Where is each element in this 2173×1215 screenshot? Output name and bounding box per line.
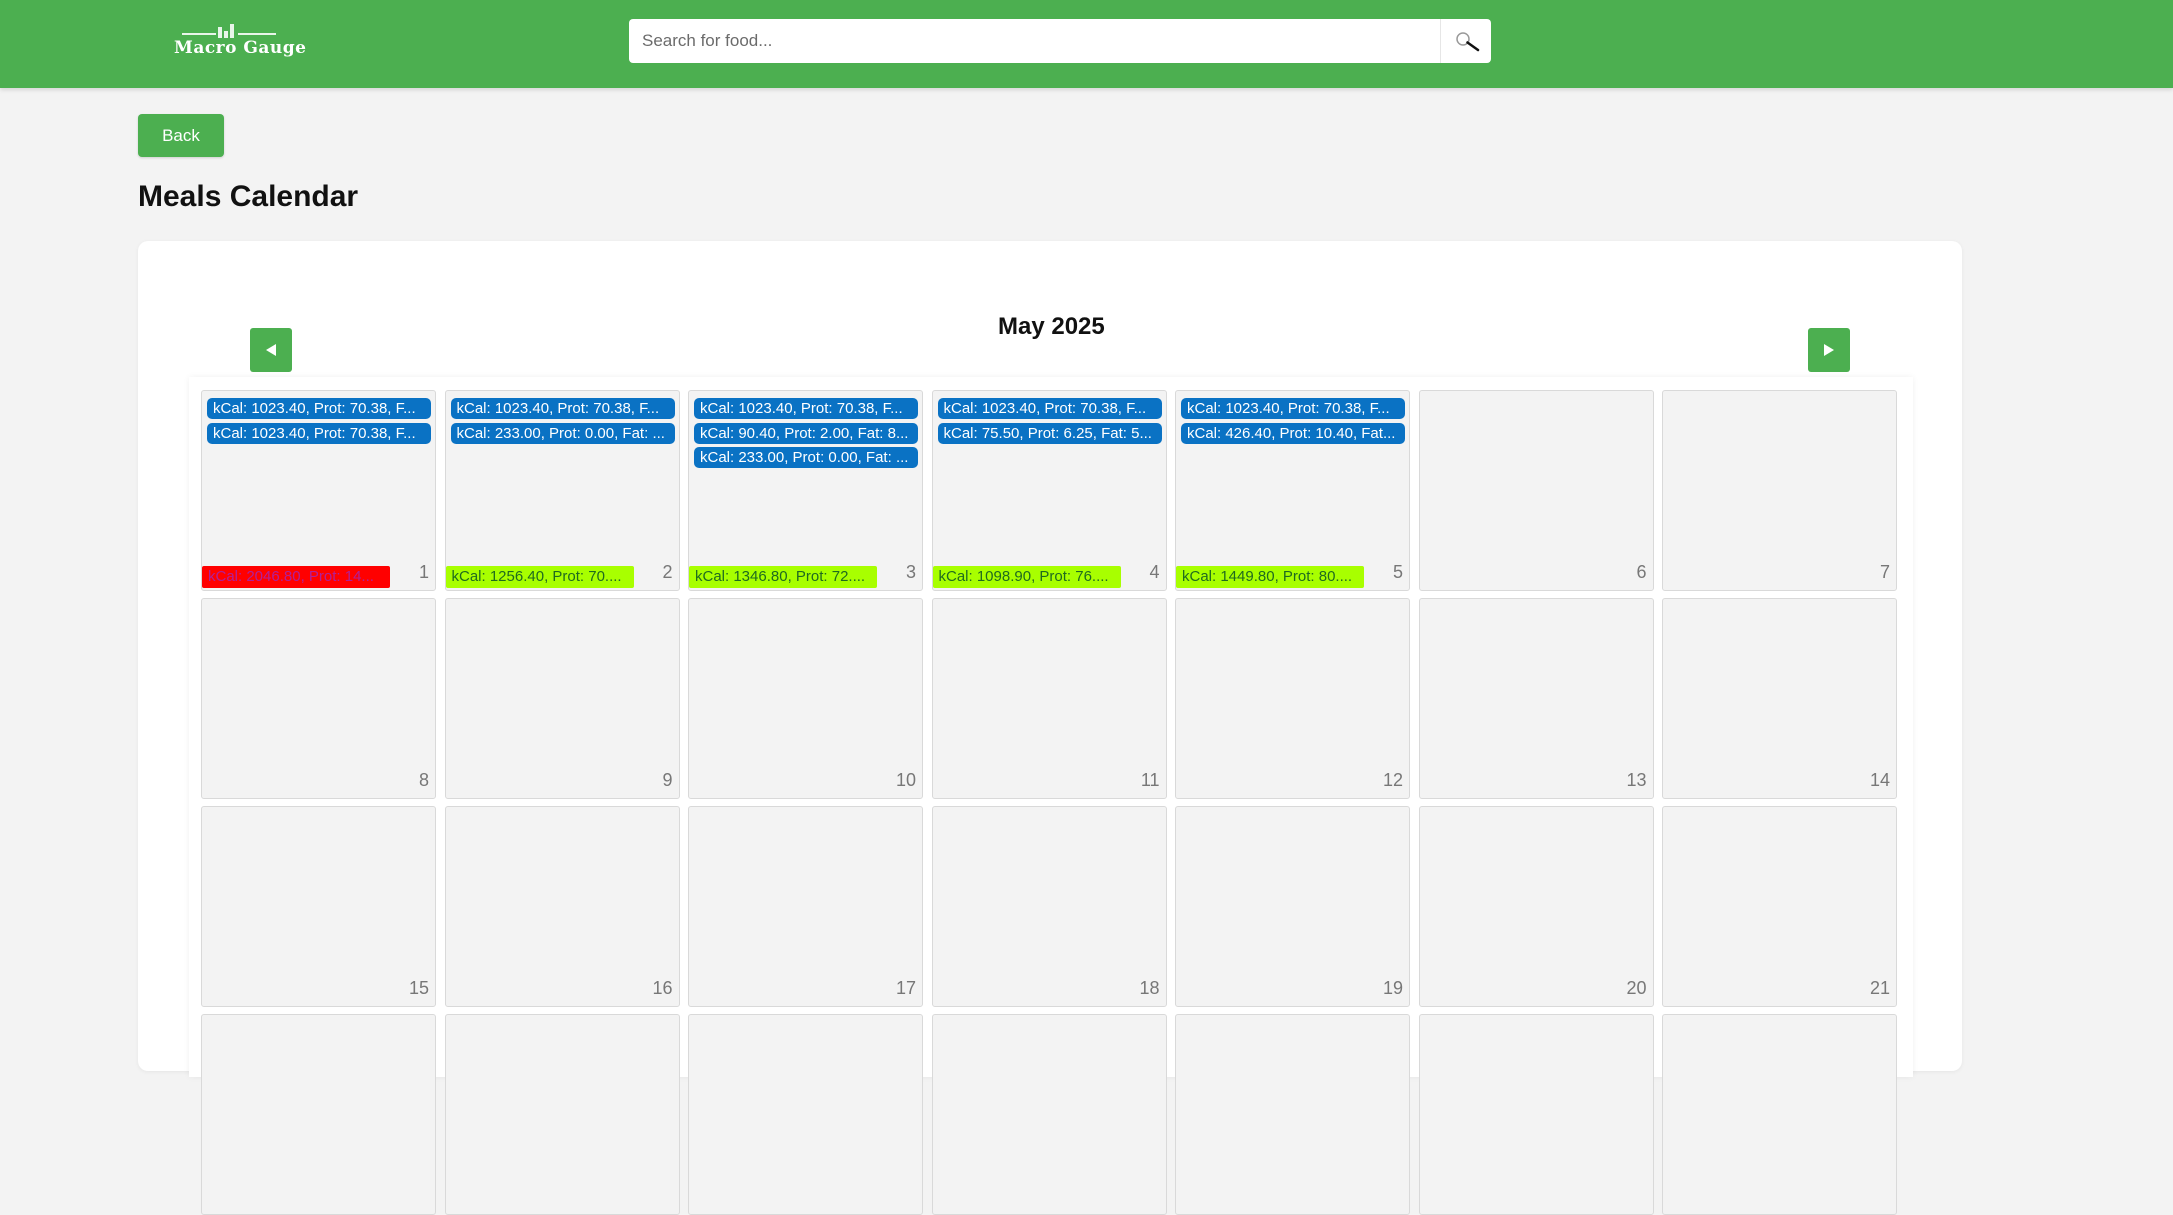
day-number: 12: [1382, 770, 1403, 790]
meal-entry[interactable]: kCal: 75.50, Prot: 6.25, Fat: 5...: [937, 422, 1162, 444]
calendar-day[interactable]: 10: [688, 598, 923, 799]
meal-entry[interactable]: kCal: 426.40, Prot: 10.40, Fat...: [1181, 422, 1405, 444]
calendar-day[interactable]: 18: [931, 806, 1167, 1007]
calendar-day[interactable]: [1662, 1014, 1897, 1215]
prev-month-button[interactable]: [250, 328, 292, 372]
calendar-day[interactable]: [931, 1014, 1167, 1215]
page-title: Meals Calendar: [138, 180, 359, 213]
triangle-left-icon: [266, 344, 276, 356]
search-button[interactable]: [1440, 19, 1491, 63]
top-bar: Macro Gauge: [0, 0, 2173, 88]
day-number: 11: [1140, 770, 1160, 790]
calendar-day[interactable]: 7: [1662, 390, 1897, 591]
day-total-summary[interactable]: kCal: 1098.90, Prot: 76....: [932, 566, 1121, 588]
meal-entry[interactable]: kCal: 1023.40, Prot: 70.38, F...: [207, 422, 431, 444]
calendar-day[interactable]: 12: [1175, 598, 1410, 799]
calendar-day[interactable]: 6: [1418, 390, 1654, 591]
calendar-grid: kCal: 1023.40, Prot: 70.38, F... kCal: 10…: [189, 377, 1913, 1215]
day-total-summary[interactable]: kCal: 1346.80, Prot: 72....: [689, 566, 877, 588]
meal-entry[interactable]: kCal: 1023.40, Prot: 70.38, F...: [694, 398, 918, 419]
day-number: 18: [1139, 978, 1160, 998]
calendar-day[interactable]: 20: [1418, 806, 1654, 1007]
day-number: 4: [1149, 562, 1160, 582]
calendar-day[interactable]: 11: [931, 598, 1167, 799]
day-number: 16: [652, 978, 673, 998]
day-number: 5: [1392, 562, 1403, 582]
day-number: 6: [1636, 562, 1647, 582]
day-number: 20: [1626, 978, 1647, 998]
day-number: 9: [662, 770, 673, 790]
day-number: 7: [1879, 562, 1890, 582]
meal-entry[interactable]: kCal: 1023.40, Prot: 70.38, F...: [207, 398, 431, 419]
search-bar: [629, 19, 1491, 63]
day-total-summary[interactable]: kCal: 1256.40, Prot: 70....: [445, 566, 634, 588]
triangle-right-icon: [1824, 344, 1834, 356]
calendar-day[interactable]: 13: [1418, 598, 1654, 799]
meal-entry[interactable]: kCal: 233.00, Prot: 0.00, Fat: ...: [450, 422, 675, 444]
calendar-day[interactable]: kCal: 1023.40, Prot: 70.38, F... kCal: 42…: [1175, 390, 1410, 591]
calendar-day[interactable]: [444, 1014, 680, 1215]
back-button[interactable]: Back: [138, 114, 224, 157]
meal-entry[interactable]: kCal: 233.00, Prot: 0.00, Fat: ...: [694, 447, 918, 468]
calendar-day[interactable]: 15: [201, 806, 436, 1007]
calendar-day[interactable]: [201, 1014, 436, 1215]
next-month-button[interactable]: [1808, 328, 1850, 372]
day-number: 19: [1382, 978, 1403, 998]
day-number: 3: [905, 562, 916, 582]
day-number: 21: [1869, 978, 1890, 998]
day-number: 15: [408, 978, 429, 998]
calendar-day[interactable]: 16: [444, 806, 680, 1007]
calendar-day[interactable]: [688, 1014, 923, 1215]
calendar-day[interactable]: 17: [688, 806, 923, 1007]
calendar-day[interactable]: kCal: 1023.40, Prot: 70.38, F... kCal: 90…: [688, 390, 923, 591]
logo-bars-icon: [182, 24, 276, 38]
calendar-day[interactable]: 19: [1175, 806, 1410, 1007]
day-total-summary[interactable]: kCal: 1449.80, Prot: 80....: [1176, 566, 1364, 588]
day-number: 8: [418, 770, 429, 790]
search-input[interactable]: [629, 19, 1440, 63]
app-logo[interactable]: Macro Gauge: [172, 22, 306, 62]
meal-entry[interactable]: kCal: 1023.40, Prot: 70.38, F...: [450, 398, 675, 419]
calendar-day[interactable]: kCal: 1023.40, Prot: 70.38, F... kCal: 23…: [444, 390, 680, 591]
day-number: 17: [895, 978, 916, 998]
meal-entry[interactable]: kCal: 90.40, Prot: 2.00, Fat: 8...: [694, 422, 918, 444]
calendar-day[interactable]: 8: [201, 598, 436, 799]
day-number: 2: [662, 562, 673, 582]
day-total-summary[interactable]: kCal: 2046.80, Prot: 14...: [202, 566, 390, 588]
calendar-day[interactable]: 14: [1662, 598, 1897, 799]
day-number: 14: [1869, 770, 1890, 790]
month-label: May 2025: [998, 313, 1105, 340]
day-number: 10: [895, 770, 916, 790]
meal-entry[interactable]: kCal: 1023.40, Prot: 70.38, F...: [937, 398, 1162, 419]
search-icon: [1456, 32, 1480, 52]
calendar-day[interactable]: 21: [1662, 806, 1897, 1007]
meal-entry[interactable]: kCal: 1023.40, Prot: 70.38, F...: [1181, 398, 1405, 419]
day-number: 1: [418, 562, 429, 582]
calendar-day[interactable]: kCal: 1023.40, Prot: 70.38, F... kCal: 10…: [201, 390, 436, 591]
app-logo-text: Macro Gauge: [174, 38, 307, 58]
calendar-day[interactable]: 9: [444, 598, 680, 799]
calendar-day[interactable]: [1418, 1014, 1654, 1215]
day-number: 13: [1626, 770, 1647, 790]
calendar-day[interactable]: [1175, 1014, 1410, 1215]
calendar-day[interactable]: kCal: 1023.40, Prot: 70.38, F... kCal: 75…: [931, 390, 1167, 591]
